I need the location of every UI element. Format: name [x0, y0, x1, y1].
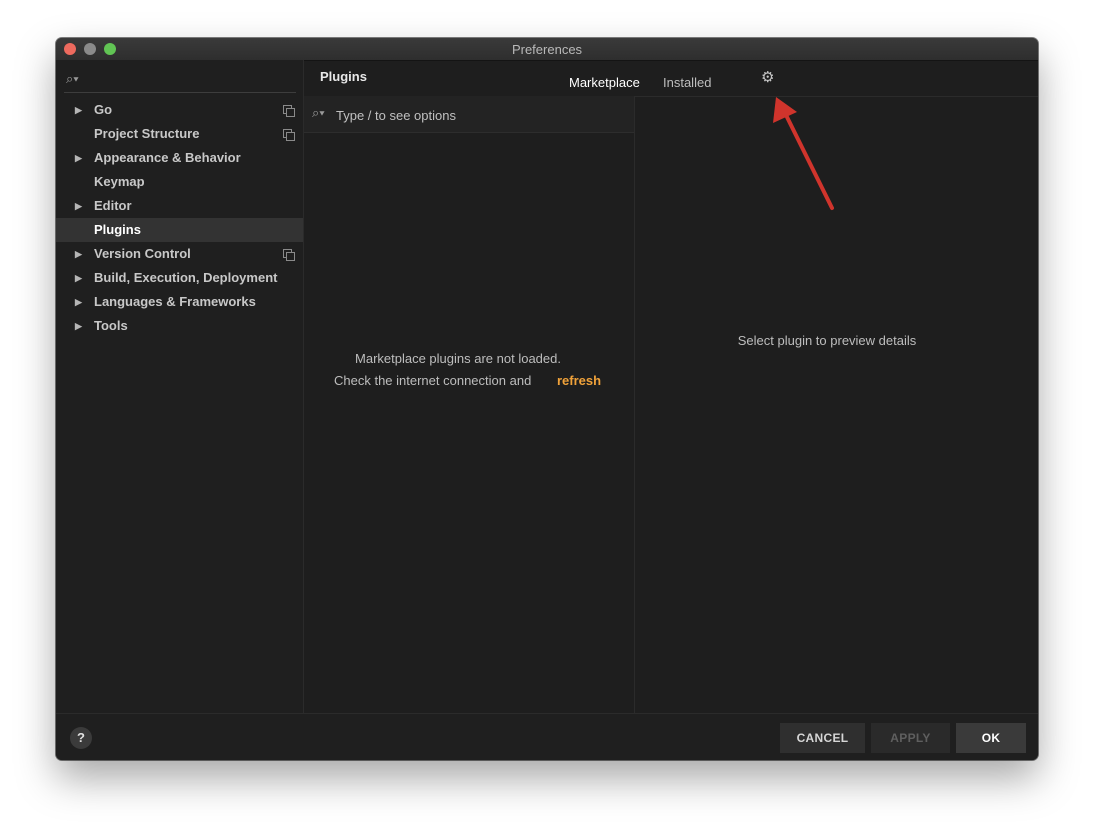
sidebar-item-keymap[interactable]: Keymap [56, 170, 303, 194]
sidebar-item-label: Plugins [94, 222, 141, 237]
plugins-header: Plugins Marketplace Installed ⚙ [304, 60, 1038, 97]
title-bar: Preferences [56, 38, 1038, 61]
sidebar-item-plugins[interactable]: Plugins [56, 218, 303, 242]
settings-search-input[interactable]: ⌕▾ [64, 68, 296, 93]
plugin-search-bar: ⌕▾ [304, 96, 634, 133]
ok-button[interactable]: OK [956, 723, 1026, 753]
refresh-link[interactable]: refresh [557, 373, 601, 388]
sidebar-item-label: Go [94, 102, 113, 117]
window-title: Preferences [511, 42, 583, 57]
plugin-details-panel: Select plugin to preview details [635, 96, 1038, 713]
sidebar-item-label: Editor [94, 198, 132, 213]
preferences-window: Preferences ⌕▾ ▶ Go Project Structure ▶ … [56, 38, 1038, 760]
plugin-list-panel: ⌕▾ Marketplace plugins are not loaded. C… [304, 96, 635, 713]
search-icon: ⌕▾ [66, 71, 79, 86]
connection-message: Check the internet connection and [334, 373, 532, 388]
plugin-search-input[interactable] [334, 104, 618, 126]
gear-icon[interactable]: ⚙ [761, 68, 774, 86]
sidebar-item-label: Keymap [94, 174, 145, 189]
sidebar-item-editor[interactable]: ▶ Editor [56, 194, 303, 218]
sidebar-item-label: Languages & Frameworks [94, 294, 256, 309]
page-title: Plugins [320, 69, 367, 84]
expand-arrow-icon[interactable]: ▶ [75, 194, 82, 218]
project-level-icon [283, 105, 295, 117]
cancel-button[interactable]: CANCEL [780, 723, 865, 753]
sidebar-item-label: Version Control [94, 246, 191, 261]
sidebar-item-label: Build, Execution, Deployment [94, 270, 278, 285]
expand-arrow-icon[interactable]: ▶ [75, 146, 82, 170]
tab-marketplace[interactable]: Marketplace [569, 75, 640, 90]
sidebar-item-project-structure[interactable]: Project Structure [56, 122, 303, 146]
expand-arrow-icon[interactable]: ▶ [75, 98, 82, 122]
search-icon: ⌕▾ [312, 105, 325, 120]
expand-arrow-icon[interactable]: ▶ [75, 242, 82, 266]
sidebar-item-languages-frameworks[interactable]: ▶ Languages & Frameworks [56, 290, 303, 314]
expand-arrow-icon[interactable]: ▶ [75, 290, 82, 314]
apply-button[interactable]: APPLY [871, 723, 950, 753]
settings-tree: ▶ Go Project Structure ▶ Appearance & Be… [56, 98, 303, 338]
tab-installed[interactable]: Installed [663, 75, 711, 90]
dialog-footer: ? CANCEL APPLY OK [56, 713, 1038, 760]
expand-arrow-icon[interactable]: ▶ [75, 314, 82, 338]
sidebar-item-build-execution-deployment[interactable]: ▶ Build, Execution, Deployment [56, 266, 303, 290]
sidebar-item-label: Project Structure [94, 126, 200, 141]
sidebar-item-go[interactable]: ▶ Go [56, 98, 303, 122]
sidebar-item-label: Tools [94, 318, 128, 333]
details-placeholder-message: Select plugin to preview details [737, 333, 917, 348]
settings-sidebar: ⌕▾ ▶ Go Project Structure ▶ Appearance &… [56, 60, 304, 713]
sidebar-item-appearance-behavior[interactable]: ▶ Appearance & Behavior [56, 146, 303, 170]
sidebar-item-version-control[interactable]: ▶ Version Control [56, 242, 303, 266]
sidebar-item-label: Appearance & Behavior [94, 150, 241, 165]
sidebar-item-tools[interactable]: ▶ Tools [56, 314, 303, 338]
not-loaded-message: Marketplace plugins are not loaded. [355, 351, 561, 366]
project-level-icon [283, 249, 295, 261]
expand-arrow-icon[interactable]: ▶ [75, 266, 82, 290]
help-button[interactable]: ? [70, 727, 92, 749]
project-level-icon [283, 129, 295, 141]
